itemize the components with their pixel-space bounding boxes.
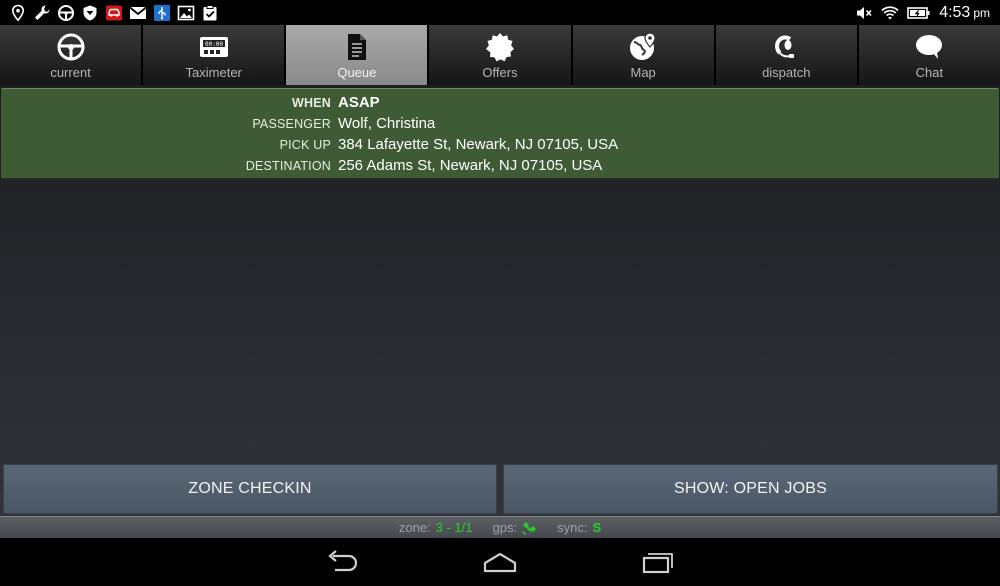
status-info-bar: zone: 3 - 1/1 gps: sync: S [0,516,1000,538]
wifi-icon [881,4,899,22]
tab-label: current [50,65,91,80]
show-open-jobs-button[interactable]: SHOW: OPEN JOBS [503,464,998,514]
notification-icons [0,0,219,25]
clock: 4:53 pm [939,4,990,22]
battery-icon [907,4,931,22]
tab-label: Queue [337,65,377,80]
tab-bar: current 00:00 Taximeter Queue Offers Map… [0,25,1000,85]
chat-bubble-icon [912,30,946,64]
tab-label: Chat [915,65,944,80]
job-when-row: WHEN ASAP [1,94,999,114]
when-label: WHEN [292,96,331,110]
pickup-label: PICK UP [279,138,331,152]
system-status: 4:53 pm [855,0,1000,25]
steering-wheel-icon [54,30,88,64]
sync-value: S [592,520,602,535]
gallery-icon [177,4,195,22]
taximeter-icon: 00:00 [197,30,231,64]
shield-icon [81,4,99,22]
back-icon [328,550,358,572]
steering-wheel-icon [57,4,75,22]
globe-pin-icon [626,30,660,64]
tab-current[interactable]: current [0,25,142,85]
gps-status: gps: [493,520,538,535]
home-icon [483,552,517,573]
tab-label: Map [630,65,656,80]
tab-label: Offers [482,65,518,80]
passenger-value: Wolf, Christina [338,115,436,132]
job-card[interactable]: WHEN ASAP PASSENGER Wolf, Christina PICK… [1,88,999,179]
home-button[interactable] [480,546,520,578]
navigation-bar [0,538,1000,586]
status-bar: 4:53 pm [0,0,1000,25]
volume-muted-icon [855,4,873,22]
tab-queue[interactable]: Queue [286,25,428,85]
destination-label: DESTINATION [245,159,331,173]
recent-apps-icon [642,553,673,574]
tab-label: dispatch [762,65,811,80]
gmail-icon [129,4,147,22]
when-value: ASAP [338,94,380,111]
tab-taximeter[interactable]: 00:00 Taximeter [143,25,285,85]
back-button[interactable] [322,546,362,578]
usb-icon [153,4,171,22]
pickup-value: 384 Lafayette St, Newark, NJ 07105, USA [338,136,619,153]
destination-value: 256 Adams St, Newark, NJ 07105, USA [338,157,603,174]
queue-panel: WHEN ASAP PASSENGER Wolf, Christina PICK… [0,85,1000,516]
tab-offers[interactable]: Offers [429,25,571,85]
zone-status: zone: 3 - 1/1 [399,520,473,535]
tab-chat[interactable]: Chat [858,25,1000,85]
location-pin-icon [9,4,27,22]
taximeter-display: 00:00 [205,41,223,48]
zone-label: zone: [398,520,431,535]
clipboard-check-icon [201,4,219,22]
satellite-icon [522,521,537,535]
sync-label: sync: [557,520,588,535]
car-alert-icon [105,4,123,22]
badge-icon [483,30,517,64]
tab-map[interactable]: Map [572,25,714,85]
job-destination-row: DESTINATION 256 Adams St, Newark, NJ 071… [1,157,999,177]
sync-status: sync: S [557,520,601,535]
gps-label: gps: [492,520,518,535]
job-passenger-row: PASSENGER Wolf, Christina [1,115,999,135]
zone-checkin-button[interactable]: ZONE CHECKIN [3,464,497,514]
document-icon [340,30,374,64]
wrench-icon [33,4,51,22]
clock-ampm: pm [973,5,990,20]
job-pickup-row: PICK UP 384 Lafayette St, Newark, NJ 071… [1,136,999,156]
headset-icon [769,30,803,64]
recent-apps-button[interactable] [638,546,678,578]
zone-value: 3 - 1/1 [435,520,473,535]
tab-label: Taximeter [185,65,242,80]
passenger-label: PASSENGER [252,117,331,131]
tab-dispatch[interactable]: dispatch [715,25,857,85]
clock-time: 4:53 [939,3,971,21]
